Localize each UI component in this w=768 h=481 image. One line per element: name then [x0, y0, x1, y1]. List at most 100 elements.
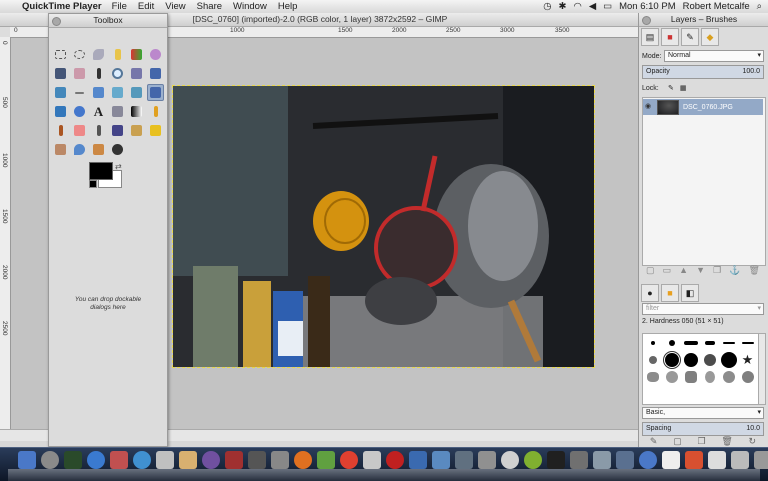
preview-icon[interactable]	[455, 451, 473, 469]
dock-app-icon[interactable]	[593, 451, 611, 469]
anchor-layer-icon[interactable]: ⚓	[729, 265, 740, 276]
new-brush-icon[interactable]: ▢	[673, 436, 682, 447]
free-select-tool[interactable]	[90, 46, 107, 63]
dock-app-icon[interactable]	[616, 451, 634, 469]
lock-pixels-icon[interactable]: ✎	[668, 84, 674, 92]
brush-item[interactable]	[720, 351, 737, 368]
lock-alpha-icon[interactable]: ▦	[680, 84, 687, 92]
delete-layer-icon[interactable]: 🗑	[748, 265, 759, 276]
brush-item[interactable]	[684, 370, 697, 383]
layer-list[interactable]: ◉ DSC_0760.JPG	[642, 97, 766, 266]
dock-app-icon[interactable]	[685, 451, 703, 469]
mail-icon[interactable]	[110, 451, 128, 469]
downloads-stack-icon[interactable]	[731, 451, 749, 469]
dock-app-icon[interactable]	[501, 451, 519, 469]
eraser-tool[interactable]	[71, 122, 88, 139]
menu-window[interactable]: Window	[233, 1, 267, 12]
select-by-color-tool[interactable]	[128, 46, 145, 63]
brush-item[interactable]	[741, 370, 754, 383]
battery-icon[interactable]: ▭	[603, 1, 612, 12]
lower-layer-icon[interactable]: ▼	[696, 265, 705, 275]
tab-paths[interactable]: ✎	[681, 28, 699, 46]
folder-app-icon[interactable]	[409, 451, 427, 469]
app-store-icon[interactable]	[87, 451, 105, 469]
new-layer-icon[interactable]: ▢	[646, 265, 655, 276]
utility-app-icon[interactable]	[317, 451, 335, 469]
tab-patterns[interactable]: ■	[661, 284, 679, 302]
perspective-tool[interactable]	[147, 84, 164, 101]
crop-tool[interactable]	[71, 84, 88, 101]
vertical-ruler[interactable]: 0 500 1000 1500 2000 2500	[0, 37, 11, 429]
contacts-icon[interactable]	[156, 451, 174, 469]
layer-name[interactable]: DSC_0760.JPG	[683, 104, 733, 111]
fuzzy-select-tool[interactable]	[109, 46, 126, 63]
fg-bg-color-selector[interactable]: ⇄	[89, 162, 125, 192]
launchpad-icon[interactable]	[41, 451, 59, 469]
brush-set-select[interactable]: Basic,	[642, 407, 764, 419]
duplicate-layer-icon[interactable]: ❐	[713, 265, 721, 276]
blend-tool[interactable]	[128, 103, 145, 120]
layer-row[interactable]: ◉ DSC_0760.JPG	[643, 99, 763, 115]
brush-item[interactable]	[722, 370, 735, 383]
scissors-tool[interactable]	[147, 46, 164, 63]
airbrush-tool[interactable]	[90, 122, 107, 139]
tab-brushes[interactable]: ●	[641, 284, 659, 302]
tab-layers[interactable]: ▤	[641, 28, 659, 46]
brush-item[interactable]	[741, 341, 754, 344]
menu-edit[interactable]: Edit	[138, 1, 154, 12]
trash-icon[interactable]	[754, 451, 768, 469]
dock-app-icon[interactable]	[478, 451, 496, 469]
measure-tool[interactable]	[128, 65, 145, 82]
rotate-tool[interactable]	[90, 84, 107, 101]
opera-icon[interactable]	[386, 451, 404, 469]
text-tool[interactable]: A	[90, 103, 107, 120]
photo-booth-icon[interactable]	[225, 451, 243, 469]
bluetooth-icon[interactable]: ✱	[559, 1, 567, 12]
opacity-slider[interactable]: Opacity 100.0	[642, 65, 764, 79]
app-menu[interactable]: QuickTime Player	[22, 1, 102, 12]
menubar-clock[interactable]: Mon 6:10 PM	[619, 1, 676, 12]
brush-item[interactable]	[646, 371, 659, 382]
brush-grid[interactable]: ★	[642, 333, 760, 405]
mission-control-icon[interactable]	[64, 451, 82, 469]
move-tool[interactable]	[147, 65, 164, 82]
heal-tool[interactable]	[147, 122, 164, 139]
ink-tool[interactable]	[109, 122, 126, 139]
tab-undo[interactable]: ◆	[701, 28, 719, 46]
smudge-tool[interactable]	[90, 141, 107, 158]
swap-colors-icon[interactable]: ⇄	[115, 162, 122, 171]
dodge-burn-tool[interactable]	[109, 141, 126, 158]
document-icon[interactable]	[662, 451, 680, 469]
spotlight-icon[interactable]: ⌕	[757, 1, 762, 12]
clone-tool[interactable]	[128, 122, 145, 139]
firefox-icon[interactable]	[294, 451, 312, 469]
wifi-icon[interactable]: ◠	[574, 1, 582, 12]
perspective-clone-tool[interactable]	[52, 141, 69, 158]
preferences-icon[interactable]	[271, 451, 289, 469]
brush-item[interactable]	[704, 370, 715, 383]
quicktime-icon[interactable]	[639, 451, 657, 469]
toolbox-titlebar[interactable]: Toolbox	[49, 14, 167, 28]
layer-group-icon[interactable]: ▭	[663, 265, 672, 276]
brush-item[interactable]	[668, 339, 675, 346]
brush-scrollbar[interactable]	[758, 333, 766, 405]
delete-brush-icon[interactable]: 🗑	[721, 436, 732, 447]
menubar-user[interactable]: Robert Metcalfe	[683, 1, 750, 12]
tab-gradients[interactable]: ◧	[681, 284, 699, 302]
visibility-eye-icon[interactable]: ◉	[645, 102, 651, 110]
terminal-icon[interactable]	[547, 451, 565, 469]
cage-transform-tool[interactable]	[71, 103, 88, 120]
flip-tool[interactable]	[52, 103, 69, 120]
brush-item-selected[interactable]	[662, 350, 681, 369]
raise-layer-icon[interactable]: ▲	[679, 265, 688, 275]
toolbox-close-icon[interactable]	[52, 17, 61, 26]
dock-app-icon[interactable]	[708, 451, 726, 469]
chrome-icon[interactable]	[340, 451, 358, 469]
brush-item[interactable]	[704, 340, 715, 345]
image-canvas-photo[interactable]	[172, 85, 595, 368]
time-machine-icon[interactable]: ◷	[543, 1, 551, 12]
pencil-tool[interactable]	[147, 103, 164, 120]
brush-item[interactable]	[665, 370, 678, 383]
color-picker-tool[interactable]	[90, 65, 107, 82]
ellipse-select-tool[interactable]	[71, 46, 88, 63]
